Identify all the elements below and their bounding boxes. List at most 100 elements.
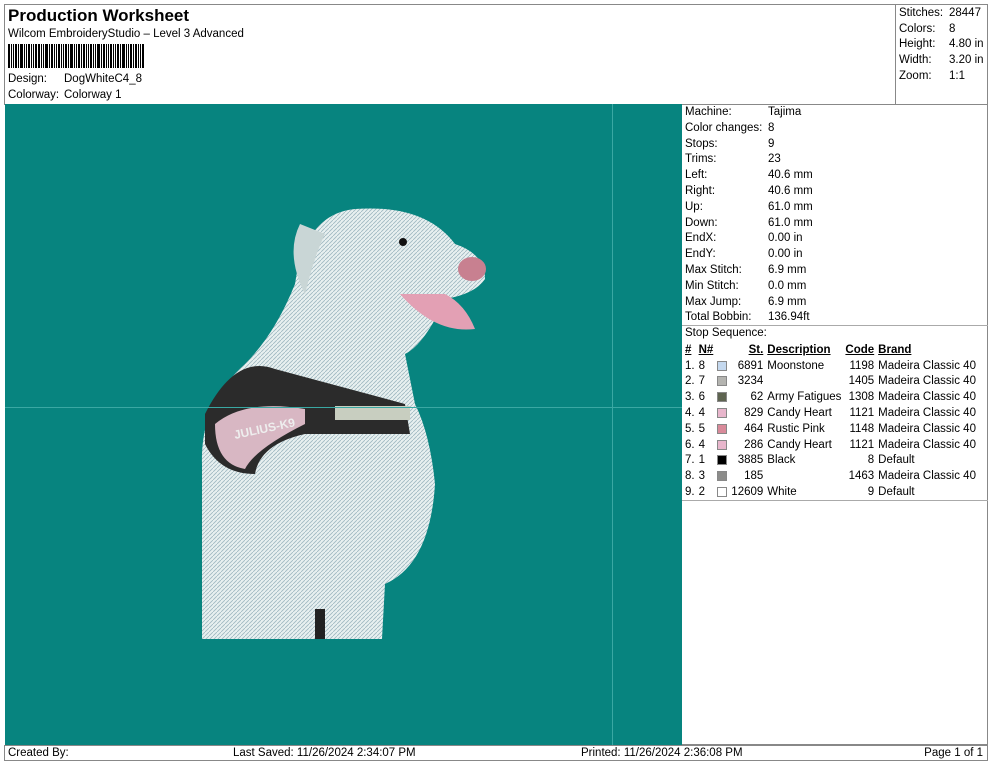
- info-value: 61.0 mm: [768, 200, 813, 213]
- color-swatch: [717, 360, 728, 371]
- summary-row: Height: 4.80 in: [899, 38, 984, 51]
- stitch-count: 12609: [731, 486, 764, 499]
- table-row: 3. 6 62 Army Fatigues 1308 Madeira Classic 40: [683, 389, 978, 405]
- row-num: 8.: [685, 470, 695, 483]
- info-key: Machine:: [685, 106, 732, 118]
- info-value: 0.00 in: [768, 248, 803, 261]
- color-swatch: [717, 392, 728, 403]
- divider: [682, 500, 988, 501]
- needle-number: 1: [698, 454, 705, 467]
- design-name: DogWhiteC4_8: [64, 73, 142, 85]
- row-num: 5.: [685, 422, 695, 435]
- info-value: Tajima: [768, 106, 802, 118]
- thread-brand: Default: [878, 454, 915, 467]
- summary-key: Height:: [899, 38, 936, 51]
- info-value: 6.9 mm: [768, 264, 807, 276]
- needle-number: 4: [698, 438, 705, 451]
- table-row: 8. 3 185 1463 Madeira Classic 40: [683, 468, 978, 484]
- last-saved: Last Saved: 11/26/2024 2:34:07 PM: [233, 747, 416, 759]
- row-num: 1.: [685, 359, 695, 372]
- stop-sequence-table: # N# St. Description Code Brand 1. 8 6891 M…: [683, 342, 978, 500]
- summary-key: Zoom:: [899, 69, 932, 82]
- color-swatch: [717, 487, 728, 498]
- color-description: Moonstone: [767, 359, 825, 372]
- info-row: Trims: 23: [685, 153, 781, 166]
- stitch-count: 185: [744, 470, 764, 483]
- col-needle: N#: [698, 343, 714, 356]
- printed-date: Printed: 11/26/2024 2:36:08 PM: [581, 747, 743, 759]
- table-row: 2. 7 3234 1405 Madeira Classic 40: [683, 374, 978, 390]
- page-number: Page 1 of 1: [924, 747, 983, 759]
- summary-row: Stitches: 28447: [899, 7, 981, 19]
- thread-code: 1463: [848, 470, 875, 483]
- thread-code: 1148: [849, 422, 875, 435]
- info-row: Stops: 9: [685, 137, 774, 150]
- row-num: 4.: [685, 407, 695, 420]
- needle-number: 5: [698, 422, 705, 435]
- summary-row: Colors: 8: [899, 23, 955, 35]
- color-description: Rustic Pink: [767, 422, 825, 435]
- thread-code: 8: [867, 454, 875, 467]
- info-row: EndX: 0.00 in: [685, 232, 803, 245]
- info-key: Stops:: [685, 137, 718, 150]
- dog-embroidery-image: JULIUS-K9: [201, 208, 486, 639]
- info-key: Total Bobbin:: [685, 311, 752, 324]
- needle-number: 3: [698, 470, 705, 483]
- info-value: 23: [768, 153, 781, 166]
- info-key: Down:: [685, 216, 718, 229]
- info-key: Trims:: [685, 153, 717, 166]
- color-description: Candy Heart: [767, 407, 832, 420]
- info-key: Max Stitch:: [685, 264, 742, 276]
- info-value: 40.6 mm: [768, 169, 813, 182]
- color-swatch: [717, 408, 728, 419]
- needle-number: 8: [698, 359, 705, 372]
- info-row: Down: 61.0 mm: [685, 216, 813, 229]
- thread-code: 9: [867, 486, 875, 499]
- col-stitches: St.: [748, 343, 764, 356]
- table-row: 4. 4 829 Candy Heart 1121 Madeira Classic 40: [683, 405, 978, 421]
- summary-value: 1:1: [949, 69, 965, 82]
- info-row: Machine: Tajima: [685, 106, 801, 118]
- color-swatch: [717, 471, 728, 482]
- page-title: Production Worksheet: [8, 6, 190, 25]
- summary-value: 28447: [949, 7, 981, 19]
- info-key: Min Stitch:: [685, 279, 739, 292]
- info-value: 0.00 in: [768, 232, 803, 245]
- thread-code: 1405: [848, 375, 875, 388]
- summary-key: Stitches:: [899, 7, 944, 19]
- row-num: 3.: [685, 391, 695, 404]
- design-label: Design:: [8, 73, 47, 85]
- stitch-count: 3234: [737, 375, 764, 388]
- color-description: White: [767, 486, 797, 499]
- color-description: Army Fatigues: [767, 391, 842, 404]
- row-num: 6.: [685, 438, 695, 451]
- thread-brand: Madeira Classic 40: [878, 438, 976, 451]
- color-swatch: [717, 455, 728, 466]
- info-row: Total Bobbin: 136.94ft: [685, 311, 810, 324]
- colorway-name: Colorway 1: [64, 89, 122, 101]
- info-key: Up:: [685, 200, 703, 213]
- color-description: [765, 374, 843, 390]
- color-description: Black: [767, 454, 796, 467]
- stitch-count: 6891: [737, 359, 764, 372]
- info-key: Color changes:: [685, 121, 763, 134]
- software-name: Wilcom EmbroideryStudio – Level 3 Advanc…: [8, 28, 244, 40]
- divider: [682, 325, 988, 326]
- info-key: Left:: [685, 169, 708, 182]
- info-value: 8: [768, 121, 775, 134]
- info-key: EndY:: [685, 248, 716, 261]
- thread-brand: Madeira Classic 40: [878, 407, 976, 420]
- color-description: [765, 468, 843, 484]
- table-row: 7. 1 3885 Black 8 Default: [683, 453, 978, 469]
- stitch-count: 464: [744, 422, 764, 435]
- info-row: Color changes: 8: [685, 121, 774, 134]
- thread-brand: Madeira Classic 40: [878, 375, 976, 388]
- needle-number: 4: [698, 407, 705, 420]
- thread-brand: Madeira Classic 40: [878, 391, 976, 404]
- info-key: EndX:: [685, 232, 717, 245]
- info-row: Right: 40.6 mm: [685, 185, 813, 197]
- table-row: 1. 8 6891 Moonstone 1198 Madeira Classic 40: [683, 358, 978, 374]
- thread-code: 1308: [848, 391, 875, 404]
- thread-brand: Default: [878, 486, 915, 499]
- info-value: 0.0 mm: [768, 279, 807, 292]
